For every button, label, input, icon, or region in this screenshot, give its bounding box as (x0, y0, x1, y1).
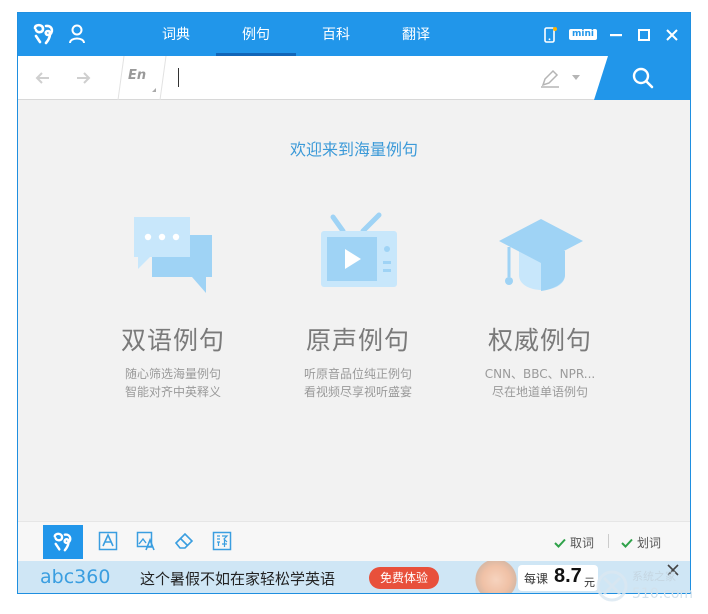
feature-title: 权威例句 (487, 326, 592, 355)
feature-desc: CNN、BBC、NPR... 尽在地道单语例句 (455, 365, 625, 401)
close-button[interactable] (664, 27, 680, 43)
close-icon (666, 28, 678, 41)
mini-mode-button[interactable]: mini (569, 27, 597, 43)
minimize-icon (610, 33, 622, 36)
search-button[interactable] (594, 56, 690, 100)
ad-price-unit: 元 (584, 576, 595, 589)
letter-a-box-icon (98, 531, 118, 551)
ad-price-value: 8.7 (554, 565, 582, 587)
feature-desc-line: CNN、BBC、NPR... (484, 367, 596, 381)
mobile-button[interactable] (542, 26, 558, 43)
feature-desc-line: 尽在地道单语例句 (491, 385, 588, 399)
text-caret (178, 68, 179, 87)
tab-dictionary[interactable]: 词典 (136, 13, 216, 56)
language-selector[interactable]: En (108, 56, 168, 100)
feature-desc-line: 随心筛选海量例句 (124, 367, 221, 381)
chevron-down-icon[interactable] (572, 75, 580, 81)
feature-audio[interactable]: 原声例句 听原音品位纯正例句 看视频尽享视听盛宴 (273, 211, 443, 401)
feature-desc-line: 智能对齐中英释义 (124, 385, 221, 399)
chat-bubbles-icon (134, 217, 212, 293)
select-word-label: 划词 (637, 536, 662, 550)
feature-bilingual[interactable]: 双语例句 随心筛选海量例句 智能对齐中英释义 (88, 211, 258, 401)
youdao-logo-icon[interactable] (32, 22, 56, 46)
home-tool-button[interactable] (43, 525, 83, 559)
feature-title: 双语例句 (120, 326, 225, 355)
phone-icon (544, 26, 557, 43)
language-label: En (128, 68, 147, 83)
user-icon[interactable] (68, 24, 86, 44)
back-arrow-icon[interactable] (34, 69, 52, 87)
forward-arrow-icon[interactable] (74, 69, 92, 87)
handwriting-icon[interactable] (540, 68, 560, 88)
option-divider (608, 534, 609, 548)
translate-char-icon (212, 531, 232, 551)
feature-desc: 随心筛选海量例句 智能对齐中英释义 (88, 365, 258, 401)
capture-word-toggle[interactable]: 取词 (554, 534, 594, 551)
image-translate-tool-button[interactable] (133, 528, 159, 554)
feature-desc: 听原音品位纯正例句 看视频尽享视听盛宴 (273, 365, 443, 401)
ad-brand-logo: abc360 (40, 566, 111, 588)
search-icon (632, 67, 654, 89)
mini-label: mini (569, 29, 597, 40)
ad-price-label: 每课 (524, 572, 549, 586)
search-input[interactable] (178, 64, 518, 92)
graduation-cap-icon (499, 219, 583, 291)
tab-translate[interactable]: 翻译 (376, 13, 456, 56)
word-card-tool-button[interactable] (95, 528, 121, 554)
select-word-toggle[interactable]: 划词 (621, 534, 661, 551)
ad-close-icon[interactable] (666, 563, 680, 577)
image-text-icon (136, 531, 155, 551)
minimize-button[interactable] (608, 27, 624, 43)
ad-price-box: 每课 8.7 元 (518, 565, 598, 591)
window-controls: mini (542, 13, 680, 56)
main-tabs: 词典 例句 百科 翻译 (136, 13, 456, 56)
bottom-toolbar: 取词 划词 (18, 521, 690, 561)
search-bar: En (18, 56, 690, 100)
tab-sentences[interactable]: 例句 (216, 13, 296, 56)
eraser-icon (174, 532, 194, 549)
capture-word-label: 取词 (570, 536, 595, 550)
tab-encyclopedia[interactable]: 百科 (296, 13, 376, 56)
ad-banner[interactable]: abc360 这个暑假不如在家轻松学英语 免费体验 每课 8.7 元 (18, 561, 690, 593)
feature-authoritative[interactable]: 权威例句 CNN、BBC、NPR... 尽在地道单语例句 (455, 211, 625, 401)
tv-play-icon (321, 212, 397, 287)
feature-title: 原声例句 (305, 326, 410, 355)
app-window: 词典 例句 百科 翻译 mini En 欢迎来到海量例句 双语例句 随心筛选海量… (17, 12, 691, 594)
maximize-button[interactable] (636, 27, 652, 43)
main-content: 欢迎来到海量例句 双语例句 随心筛选海量例句 智能对齐中英释义 原声例句 听原音… (18, 101, 690, 521)
ad-free-trial-button[interactable]: 免费体验 (369, 567, 439, 589)
translate-tool-button[interactable] (209, 528, 235, 554)
checkmark-icon (554, 538, 566, 548)
eraser-tool-button[interactable] (171, 528, 197, 554)
youdao-small-icon (53, 532, 72, 552)
ad-child-photo (468, 561, 524, 593)
checkmark-icon (621, 538, 633, 548)
feature-desc-line: 看视频尽享视听盛宴 (303, 385, 412, 399)
welcome-title: 欢迎来到海量例句 (289, 140, 418, 159)
maximize-icon (638, 28, 650, 41)
feature-desc-line: 听原音品位纯正例句 (303, 367, 412, 381)
ad-slogan: 这个暑假不如在家轻松学英语 (140, 570, 336, 588)
title-bar: 词典 例句 百科 翻译 mini (18, 13, 690, 56)
